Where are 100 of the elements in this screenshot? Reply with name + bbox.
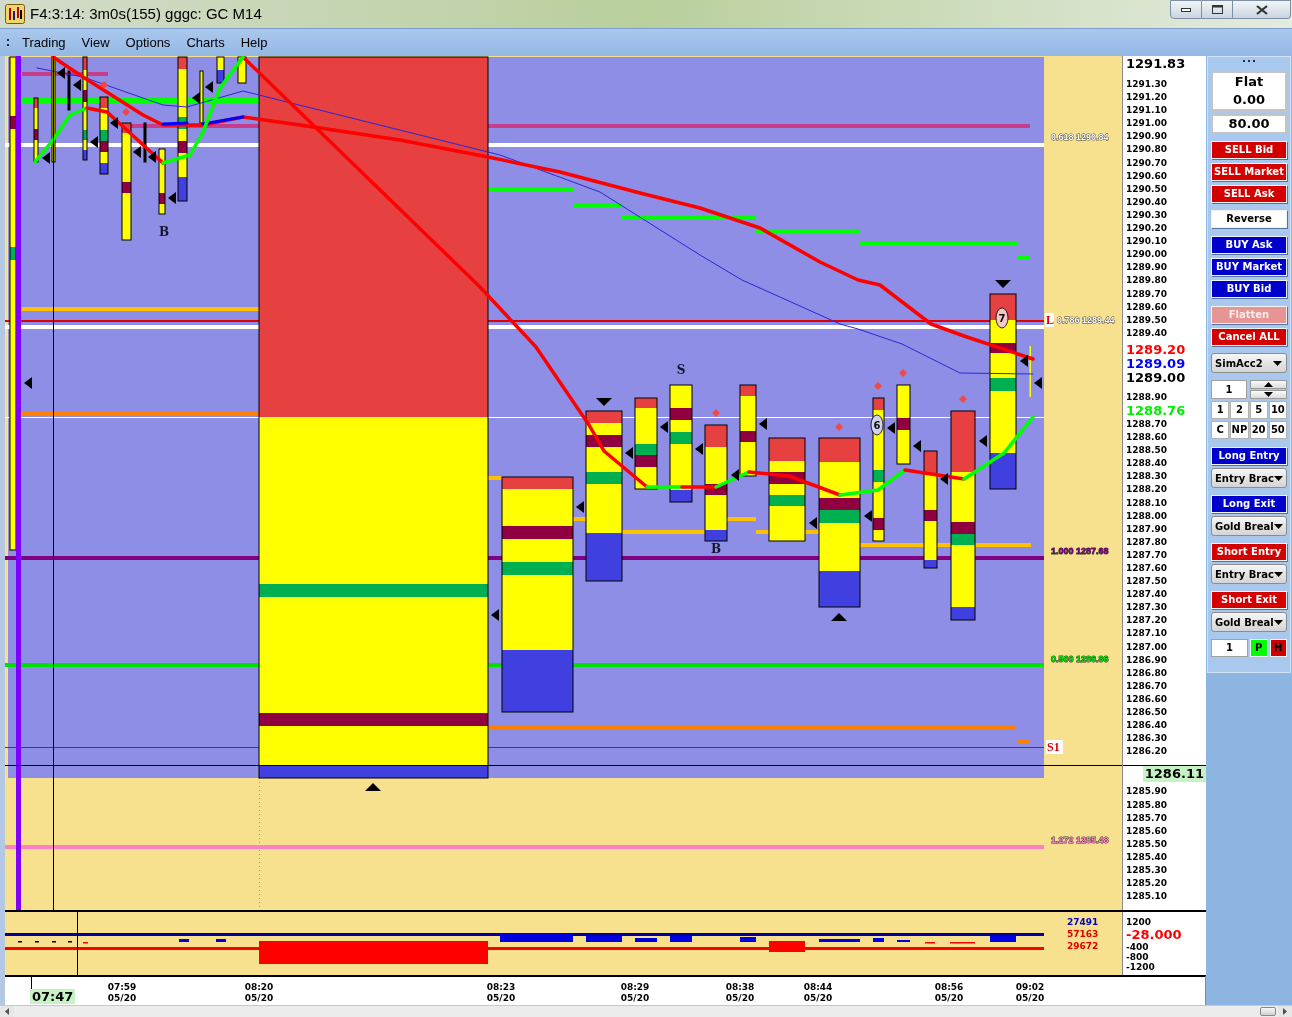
price-tick-label: 1286.50 [1126, 706, 1168, 720]
triangle-marker-icon [831, 613, 847, 621]
triangle-marker-icon [148, 151, 156, 163]
price-tick-label: 1290.30 [1126, 208, 1168, 222]
price-tick-label: 1288.40 [1126, 457, 1168, 471]
histogram-bar [769, 941, 805, 952]
triangle-marker-icon [491, 609, 499, 621]
price-tick-label: 1287.70 [1126, 548, 1168, 562]
cursor-price-label: 1286.11 [1142, 766, 1206, 783]
price-tick-label: 1290.40 [1126, 195, 1168, 209]
select-dropdown[interactable]: Gold Breal [1211, 612, 1287, 632]
fib-level-label: 1.272 1285.48 [1051, 835, 1109, 845]
quantity-preset-button[interactable]: C [1211, 421, 1230, 439]
menu-item[interactable]: Help [232, 31, 276, 54]
histogram-bar [670, 936, 692, 942]
date-label: 05/20 [620, 993, 650, 1004]
price-tick-label: 1287.80 [1126, 535, 1168, 549]
order-button[interactable]: Long Exit [1211, 495, 1287, 513]
quantity-preset-button[interactable]: NP [1230, 421, 1249, 439]
menu-item[interactable]: Options [117, 31, 179, 54]
triangle-marker-icon [42, 152, 50, 164]
spin-down-button[interactable] [1250, 390, 1287, 399]
triangle-marker-icon [995, 280, 1011, 288]
time-label: 08:44 [803, 982, 833, 993]
price-tick-label: 1286.80 [1126, 666, 1168, 680]
fib-level-label: 1.000 1287.68 [1051, 546, 1109, 556]
select-dropdown[interactable]: Gold Breal [1211, 516, 1287, 536]
quantity-preset-button[interactable]: 10 [1268, 401, 1287, 419]
minimize-button[interactable] [1170, 0, 1202, 19]
order-button[interactable]: SELL Ask [1211, 185, 1287, 203]
price-tick-label: 1288.10 [1126, 496, 1168, 510]
chart-app-icon [5, 4, 25, 24]
price-tick-label: 1289.80 [1126, 274, 1168, 288]
order-button[interactable]: SELL Market [1211, 163, 1287, 181]
close-icon [1255, 4, 1268, 15]
order-button[interactable]: Short Entry [1211, 543, 1287, 561]
triangle-marker-icon [133, 146, 141, 158]
triangle-marker-icon [864, 510, 872, 522]
price-tick-label: 1290.50 [1126, 182, 1168, 196]
order-button[interactable]: Long Entry [1211, 447, 1287, 465]
price-tick-label: 1290.80 [1126, 143, 1168, 157]
price-bar [33, 97, 39, 163]
position-status: Flat [1234, 73, 1264, 91]
signal-label: B [710, 542, 722, 556]
select-dropdown[interactable]: Entry Brac [1211, 468, 1287, 488]
close-button[interactable] [1233, 0, 1291, 19]
menu-item[interactable]: Charts [178, 31, 233, 54]
spin-up-button[interactable] [1250, 380, 1287, 389]
price-bar [237, 56, 247, 84]
hotkey-button[interactable]: P [1250, 639, 1268, 657]
count-badge: 6 [870, 414, 884, 436]
triangle-marker-icon [57, 67, 65, 79]
order-button[interactable]: BUY Bid [1211, 280, 1287, 298]
quantity-preset-button[interactable]: 2 [1230, 401, 1249, 419]
price-tick-label: 1288.20 [1126, 483, 1168, 497]
order-button[interactable]: SELL Bid [1211, 141, 1287, 159]
time-label: 08:23 [486, 982, 516, 993]
caret-down-icon [1273, 360, 1282, 366]
price-tick-label: 1290.00 [1126, 248, 1168, 262]
select-dropdown[interactable]: SimAcc2 [1211, 353, 1287, 373]
price-bar [216, 56, 225, 84]
menu-item[interactable]: Trading [14, 31, 74, 54]
menu-item[interactable]: View [73, 31, 118, 54]
price-marker-label: 1289.00 [1126, 370, 1187, 385]
price-tick-label: 1285.10 [1126, 890, 1168, 904]
order-button[interactable]: BUY Ask [1211, 236, 1287, 254]
price-tick-label: 1285.60 [1126, 824, 1168, 838]
histogram-bar [819, 939, 860, 942]
maximize-button[interactable] [1202, 0, 1233, 19]
quantity-preset-button[interactable]: 20 [1249, 421, 1268, 439]
triangle-marker-icon [1020, 355, 1028, 367]
price-tick-label: 1286.40 [1126, 719, 1168, 733]
order-button[interactable]: Cancel ALL [1211, 328, 1287, 346]
indicator-tick-label: -400 [1126, 942, 1150, 952]
price-tick-label: 1289.60 [1126, 300, 1168, 314]
time-label: 08:29 [620, 982, 650, 993]
histogram-bar [586, 936, 622, 942]
pivot-label: S1 [1046, 740, 1063, 754]
price-bar [158, 148, 166, 215]
select-dropdown[interactable]: Entry Brac [1211, 564, 1287, 584]
indicator-value: 29672 [1067, 940, 1100, 952]
quantity-preset-button[interactable]: 5 [1249, 401, 1268, 419]
quantity-preset-button[interactable]: 50 [1268, 421, 1287, 439]
quantity-preset-button[interactable]: 1 [1211, 401, 1230, 419]
order-button[interactable]: Reverse [1211, 210, 1287, 228]
order-button[interactable]: BUY Market [1211, 258, 1287, 276]
price-marker-label: 1289.09 [1126, 356, 1187, 371]
order-button[interactable]: Short Exit [1211, 591, 1287, 609]
triangle-marker-icon [205, 81, 213, 93]
price-tick-label: 1289.90 [1126, 261, 1168, 275]
pnl-value: 0.00 [1232, 91, 1266, 109]
price-tick-label: 1287.90 [1126, 522, 1168, 536]
hotkey-button[interactable]: H [1269, 639, 1287, 657]
quantity-field[interactable]: 1 [1211, 639, 1248, 657]
indicator-tick-label: 1200 [1126, 917, 1153, 928]
caret-down-icon [1273, 475, 1283, 481]
price-bar [67, 70, 71, 111]
scrollbar-thumb[interactable] [1260, 1007, 1276, 1016]
quantity-field[interactable]: 1 [1211, 380, 1247, 399]
diamond-marker-icon [959, 395, 967, 403]
